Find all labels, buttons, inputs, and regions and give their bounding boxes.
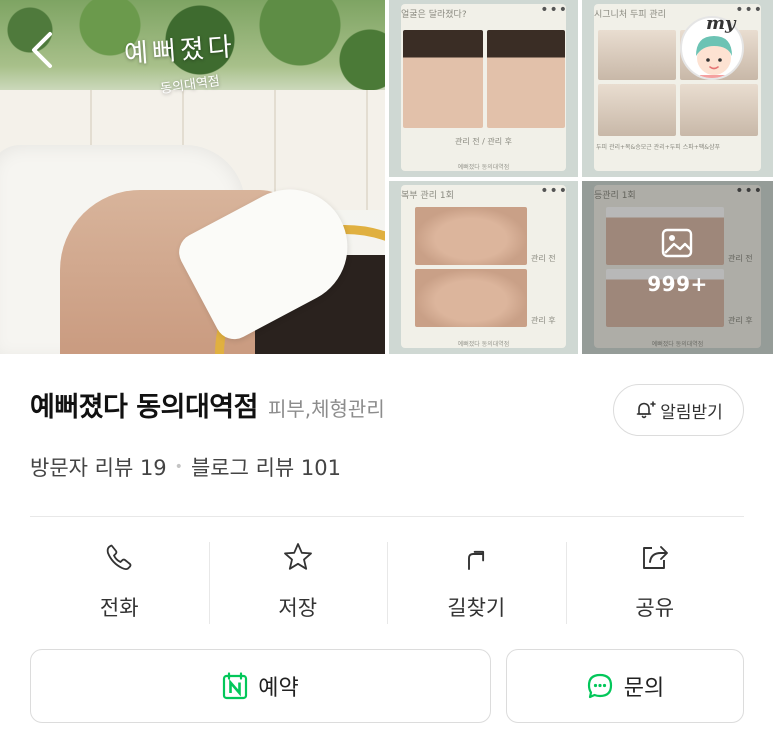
my-badge-label: my	[706, 13, 736, 34]
image-gallery-icon	[660, 226, 694, 260]
gallery-photo-belly[interactable]: 복부 관리 1회 ••• 관리 전 관리 후 예뻐졌다 동의대역점	[389, 181, 578, 354]
inquiry-label: 문의	[623, 676, 665, 701]
save-label: 저장	[278, 596, 318, 620]
call-button[interactable]: 전화	[30, 530, 209, 630]
notification-subscribe-label: 알림받기	[660, 402, 723, 423]
phone-icon	[102, 540, 136, 574]
section-divider	[30, 516, 744, 517]
call-label: 전화	[99, 596, 139, 620]
photo-count: 999+	[647, 272, 708, 296]
save-button[interactable]: 저장	[208, 530, 388, 630]
notification-subscribe-button[interactable]: 알림받기	[613, 384, 744, 436]
back-button[interactable]	[26, 28, 60, 72]
directions-label: 길찾기	[447, 596, 506, 620]
chevron-left-icon	[32, 32, 52, 68]
gallery-photo-scalp[interactable]: 시그니처 두피 관리 ••• 두피 관리+목&승모근 관리+두피 스파+팩&샴푸	[582, 0, 773, 177]
more-dots-icon: •••	[540, 183, 568, 199]
action-bar: 전화 저장 길찾기 공유	[30, 530, 744, 630]
chat-bubble-icon	[587, 673, 612, 699]
photo-gallery: 예뻐졌다 동의대역점 얼굴은 달라졌다? ••• 관리 전 / 관리 후 예뻐졌…	[0, 0, 773, 354]
place-title-row: 예뻐졌다 동의대역점 피부,체형관리	[30, 385, 385, 424]
directions-icon	[459, 540, 493, 574]
brand-signage: 예뻐졌다	[123, 32, 237, 70]
blog-review-link[interactable]: 블로그 리뷰 101	[191, 452, 341, 482]
share-icon	[638, 540, 672, 574]
bell-plus-icon	[636, 401, 657, 419]
inquiry-button[interactable]: 문의	[506, 649, 744, 723]
more-photos-overlay[interactable]	[582, 181, 773, 354]
more-dots-icon: •••	[735, 2, 763, 18]
review-separator: •	[174, 459, 183, 475]
visitor-review-link[interactable]: 방문자 리뷰 19	[30, 452, 167, 482]
share-label: 공유	[635, 596, 675, 620]
directions-button[interactable]: 길찾기	[387, 530, 566, 630]
booking-button[interactable]: 예약	[30, 649, 491, 723]
share-button[interactable]: 공유	[565, 530, 745, 630]
place-name: 예뻐졌다 동의대역점	[30, 392, 258, 423]
gallery-photo-face[interactable]: 얼굴은 달라졌다? ••• 관리 전 / 관리 후 예뻐졌다 동의대역점	[389, 0, 578, 177]
star-icon	[281, 540, 315, 574]
more-dots-icon: •••	[540, 2, 568, 18]
booking-label: 예약	[258, 676, 299, 701]
naver-booking-calendar-icon	[223, 672, 248, 700]
place-category: 피부,체형관리	[267, 397, 385, 421]
review-summary: 방문자 리뷰 19 • 블로그 리뷰 101	[30, 452, 341, 482]
